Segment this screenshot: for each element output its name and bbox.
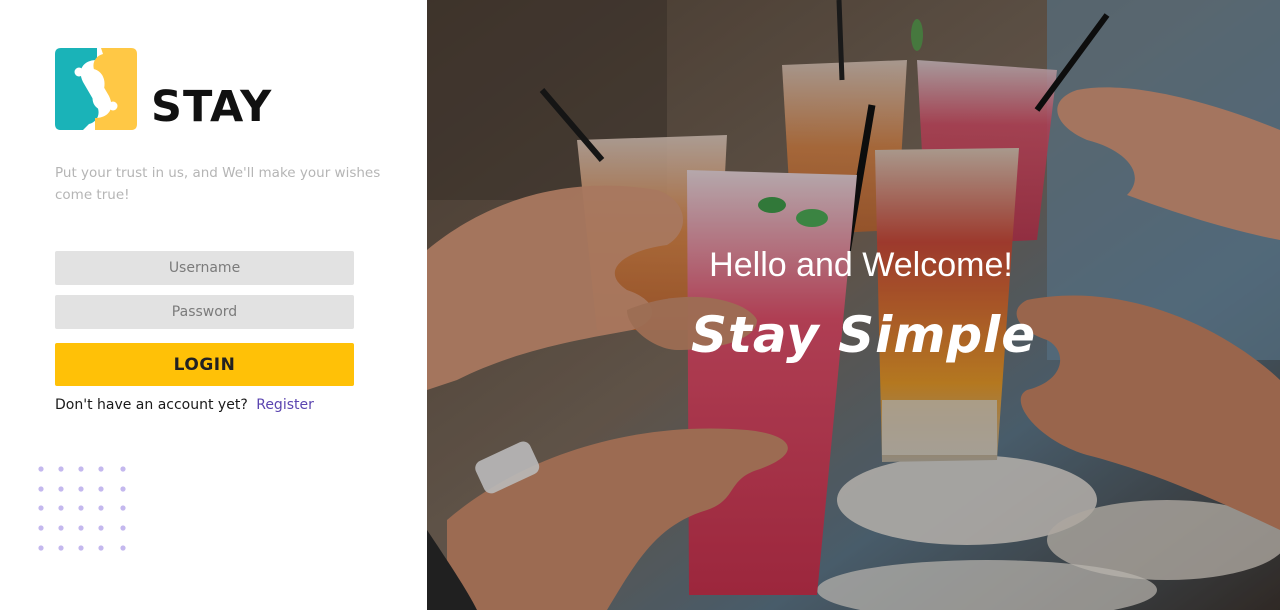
hero-subtitle: Stay Simple <box>691 306 1037 364</box>
stay-logo-icon <box>55 48 137 130</box>
register-prompt: Don't have an account yet? Register <box>55 397 314 413</box>
login-button[interactable]: LOGIN <box>55 343 354 386</box>
username-input[interactable] <box>55 251 354 285</box>
brand-tagline: Put your trust in us, and We'll make you… <box>55 165 381 203</box>
register-link[interactable]: Register <box>256 397 314 413</box>
hero-title: Hello and Welcome! <box>709 246 1013 284</box>
password-input[interactable] <box>55 295 354 329</box>
dot-grid-icon <box>38 466 126 551</box>
hero-banner: Hello and Welcome! Stay Simple <box>427 0 1280 610</box>
login-panel: STAY Put your trust in us, and We'll mak… <box>0 0 427 610</box>
brand-logo[interactable]: STAY <box>55 48 285 132</box>
brand-name: STAY <box>151 82 273 132</box>
no-account-text: Don't have an account yet? <box>55 397 248 413</box>
